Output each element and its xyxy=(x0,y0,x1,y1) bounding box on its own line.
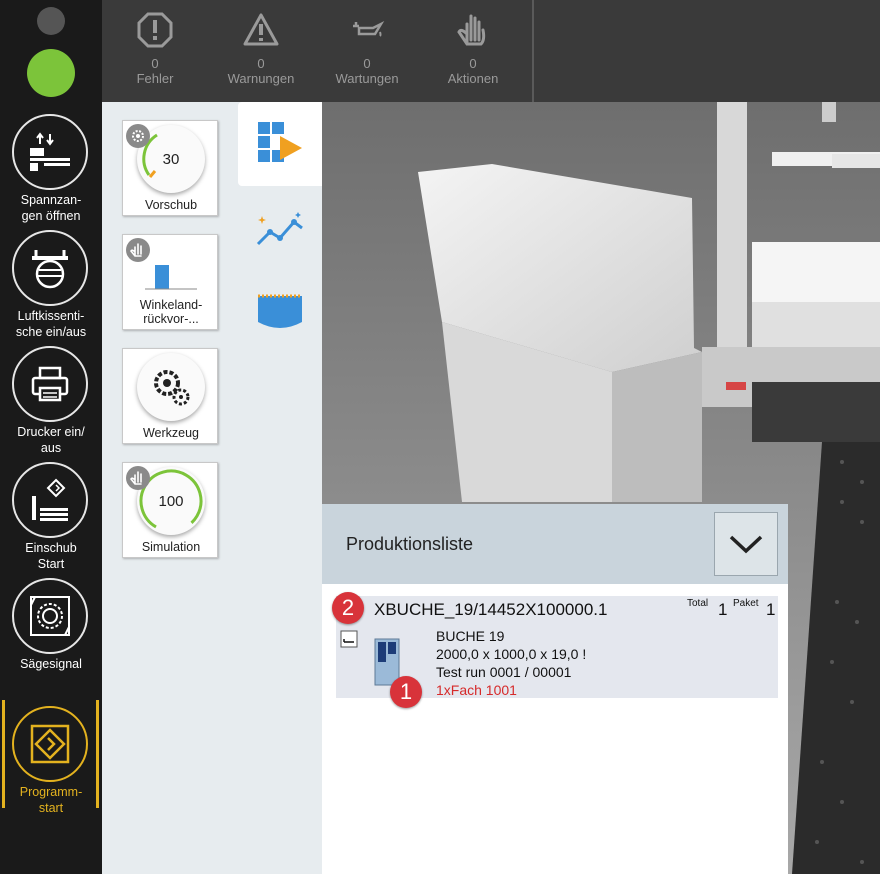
status-label: Wartungen xyxy=(335,71,399,86)
tool-label: Simulation xyxy=(141,540,201,554)
paket-label: Paket xyxy=(733,598,759,609)
label-icon xyxy=(340,630,358,648)
clamp-open-icon xyxy=(12,114,88,190)
status-label: Warnungen xyxy=(227,71,295,86)
cutting-plan-play-icon xyxy=(258,122,302,162)
status-bar: 0 Fehler 0 Warnungen 0 Wartungen 0 Aktio… xyxy=(102,0,880,102)
production-list-collapse-button[interactable] xyxy=(714,512,778,576)
printer-icon xyxy=(12,346,88,422)
panel-view-icon xyxy=(258,294,302,328)
tab-cutting-plan[interactable] xyxy=(238,102,322,186)
status-count: 0 xyxy=(257,56,265,71)
production-list-header: Produktionsliste xyxy=(322,504,788,584)
paket-value: 1 xyxy=(766,600,776,619)
compartment: 1xFach 1001 xyxy=(436,682,517,698)
user-avatar-icon xyxy=(37,7,65,35)
status-count: 0 xyxy=(469,56,477,71)
status-label: Fehler xyxy=(136,71,174,86)
chart-sparkle-icon xyxy=(256,212,303,246)
status-errors[interactable]: 0 Fehler xyxy=(102,0,208,102)
total-value: 1 xyxy=(718,600,728,619)
test-run: Test run 0001 / 00001 xyxy=(436,664,572,680)
user-status[interactable] xyxy=(0,0,102,104)
tab-panel-view[interactable] xyxy=(238,270,322,354)
tool-label: Vorschub xyxy=(144,198,198,212)
sidebar-item-printer[interactable]: Drucker ein/ aus xyxy=(0,340,102,456)
sidebar-item-pusher-start[interactable]: Einschub Start xyxy=(0,456,102,572)
hand-stop-icon xyxy=(457,14,486,46)
status-indicator xyxy=(27,49,75,97)
sidebar-item-label: Programm- start xyxy=(19,785,83,815)
production-list-title: Produktionsliste xyxy=(346,534,474,554)
hand-icon xyxy=(126,466,150,490)
production-list: XBUCHE_19/14452X100000.1 Total 1 Paket 1… xyxy=(322,584,788,874)
error-octagon-icon xyxy=(137,12,173,48)
machine-control-screen: Spannzan- gen öffnen Luftkissenti- sche … xyxy=(0,0,880,874)
status-label: Aktionen xyxy=(447,71,499,86)
sidebar-item-air-tables[interactable]: Luftkissenti- sche ein/aus xyxy=(0,224,102,340)
saw-signal-icon xyxy=(12,578,88,654)
air-table-icon xyxy=(12,230,88,306)
gear-icon xyxy=(126,124,150,148)
material: BUCHE 19 xyxy=(436,628,505,644)
sidebar-item-label: Sägesignal xyxy=(20,657,82,671)
status-warnings[interactable]: 0 Warnungen xyxy=(208,0,314,102)
status-actions[interactable]: 0 Aktionen xyxy=(420,0,526,102)
pusher-start-icon xyxy=(12,462,88,538)
sidebar-item-label: Drucker ein/ aus xyxy=(17,425,85,455)
warning-triangle-icon xyxy=(243,13,279,46)
tool-label: Werkzeug xyxy=(142,426,200,440)
sidebar-item-label: Spannzan- gen öffnen xyxy=(20,193,82,223)
left-sidebar: Spannzan- gen öffnen Luftkissenti- sche … xyxy=(0,0,102,874)
dimensions: 2000,0 x 1000,0 x 19,0 ! xyxy=(436,646,587,662)
status-count: 0 xyxy=(151,56,159,71)
callout-marker: 2 xyxy=(332,592,364,624)
status-maintenance[interactable]: 0 Wartungen xyxy=(314,0,420,102)
angle-stop-bar-icon xyxy=(145,265,197,290)
program-start-icon xyxy=(12,706,88,782)
gears-icon xyxy=(137,353,205,421)
sidebar-item-label: Einschub Start xyxy=(25,541,77,571)
status-count: 0 xyxy=(363,56,371,71)
view-tabs xyxy=(238,102,322,342)
total-label: Total xyxy=(687,598,709,609)
sidebar-item-program-start[interactable]: Programm- start xyxy=(0,700,102,816)
tool-angle-stop[interactable]: Winkeland- rückvor-... xyxy=(122,234,218,330)
tool-feed-rate[interactable]: 30 Vorschub xyxy=(122,120,218,216)
sidebar-item-label: Luftkissenti- sche ein/aus xyxy=(15,309,87,339)
topbar-divider xyxy=(532,0,534,102)
oil-can-icon xyxy=(353,20,385,37)
sidebar-item-saw-signal[interactable]: Sägesignal xyxy=(0,572,102,688)
callout-marker: 1 xyxy=(390,676,422,708)
tab-statistics[interactable] xyxy=(238,188,322,272)
chevron-down-icon xyxy=(729,535,763,554)
tool-simulation[interactable]: 100 Simulation xyxy=(122,462,218,558)
part-code: XBUCHE_19/14452X100000.1 xyxy=(374,600,608,619)
tool-label: Winkeland- rückvor-... xyxy=(139,298,203,326)
tool-tooling[interactable]: Werkzeug xyxy=(122,348,218,444)
sidebar-item-clamps-open[interactable]: Spannzan- gen öffnen xyxy=(0,108,102,224)
